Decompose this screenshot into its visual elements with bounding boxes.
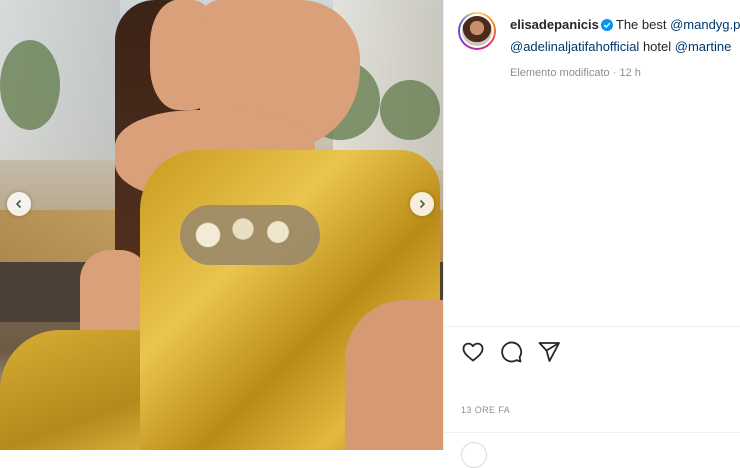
- chevron-left-icon: [15, 199, 22, 209]
- divider: [444, 326, 740, 327]
- avatar: [460, 14, 494, 48]
- mention-link[interactable]: @adelinaljatifahofficial: [510, 39, 639, 54]
- post-sidebar: elisadepanicis The best @mandyg.p @adelin…: [443, 0, 740, 468]
- carousel-prev-button[interactable]: [7, 192, 31, 216]
- caption-text: The best: [615, 17, 671, 32]
- photo-palm-tree: [0, 40, 60, 130]
- username-link[interactable]: elisadepanicis: [510, 17, 599, 32]
- caption-meta: Elemento modificato · 12 h: [510, 67, 641, 79]
- edited-time: 12 h: [619, 67, 641, 79]
- chevron-right-icon: [419, 199, 426, 209]
- heart-icon[interactable]: [461, 340, 485, 364]
- caption-text: hotel: [639, 39, 675, 54]
- divider: [444, 432, 740, 433]
- carousel-next-button[interactable]: [410, 192, 434, 216]
- mention-link[interactable]: @martine: [675, 39, 732, 54]
- mention-link[interactable]: @mandyg.p: [670, 17, 740, 32]
- photo-palm-tree: [380, 80, 440, 140]
- story-ring[interactable]: [458, 12, 496, 50]
- comment-icon[interactable]: [499, 340, 523, 364]
- caption-row: elisadepanicis The best @mandyg.p @adelin…: [458, 12, 740, 58]
- post-caption: elisadepanicis The best @mandyg.p @adelin…: [510, 14, 740, 58]
- post-actions: [461, 340, 561, 364]
- photo-leg: [345, 300, 443, 450]
- verified-badge-icon: [600, 19, 613, 31]
- edited-label: Elemento modificato: [510, 67, 610, 79]
- comment-emoji-icon[interactable]: [461, 442, 487, 468]
- post-timestamp[interactable]: 13 ORE FA: [461, 405, 510, 415]
- photo-dress-embellishment: [180, 205, 320, 265]
- send-icon[interactable]: [537, 340, 561, 364]
- post-photo[interactable]: [0, 0, 443, 450]
